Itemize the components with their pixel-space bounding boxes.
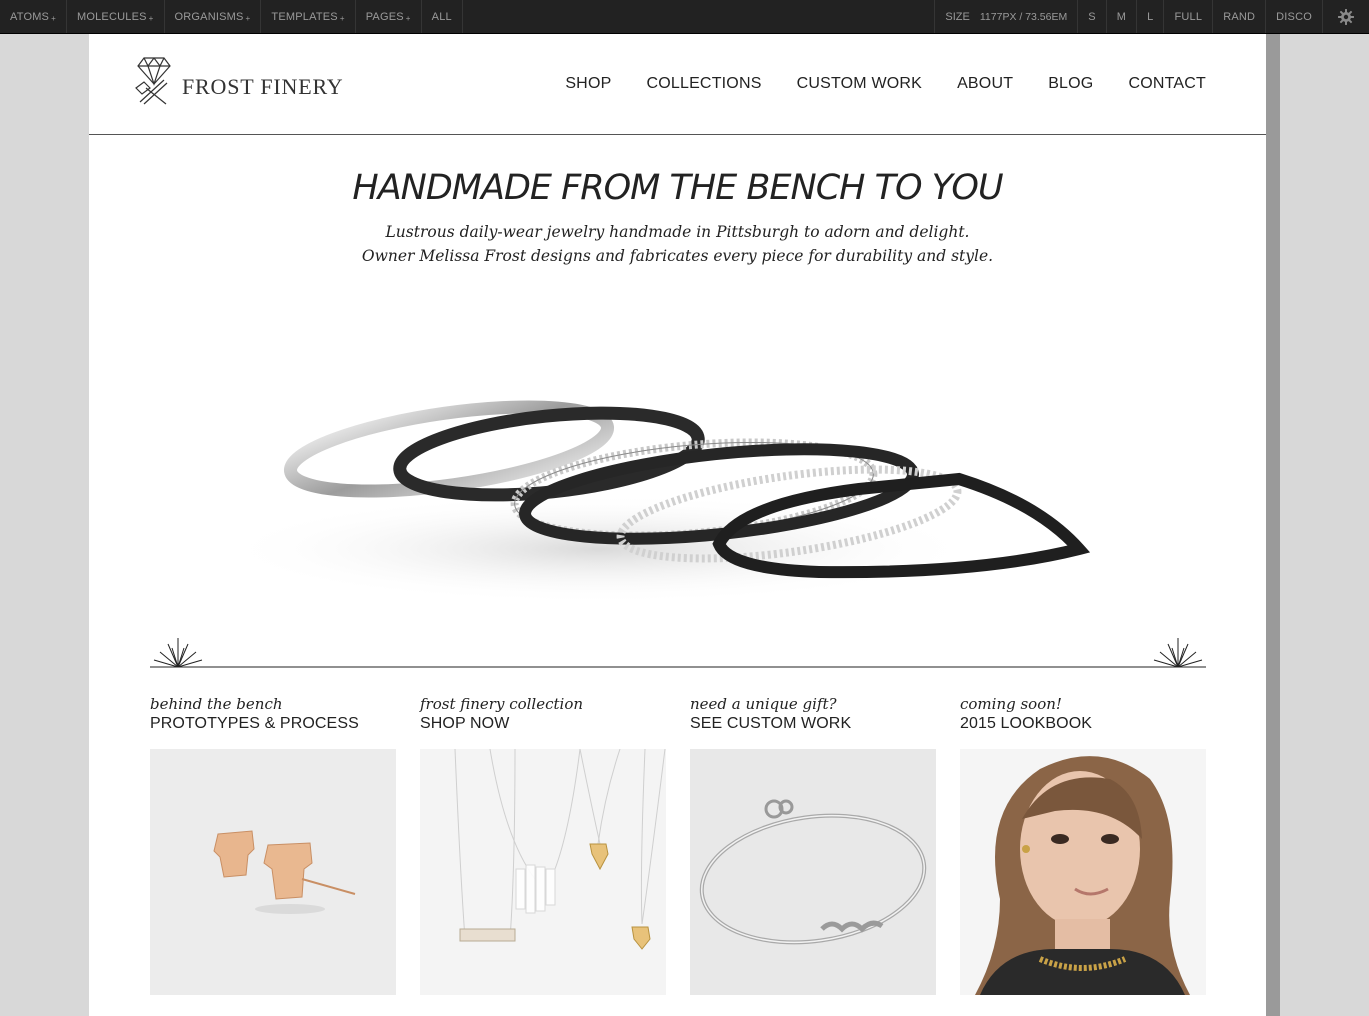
menu-molecules[interactable]: MOLECULES + (67, 0, 165, 33)
promo-card-prototypes[interactable]: behind the bench PROTOTYPES & PROCESS (150, 694, 396, 995)
size-random-button[interactable]: RAND (1213, 0, 1267, 33)
card-title-link[interactable]: SHOP NOW (420, 714, 666, 733)
earrings-image[interactable] (150, 749, 396, 995)
card-title-link[interactable]: SEE CUSTOM WORK (690, 714, 936, 733)
promo-card-custom-work[interactable]: need a unique gift? SEE CUSTOM WORK (690, 694, 936, 995)
nav-contact[interactable]: CONTACT (1128, 75, 1206, 93)
size-medium-button[interactable]: M (1107, 0, 1138, 33)
site-logo[interactable]: FROST FINERY (134, 54, 343, 113)
size-disco-button[interactable]: DISCO (1266, 0, 1323, 33)
pattern-lab-toolbar: ATOMS + MOLECULES + ORGANISMS + TEMPLATES + … (0, 0, 1369, 34)
menu-atoms[interactable]: ATOMS + (0, 0, 67, 33)
menu-pages[interactable]: PAGES + (356, 0, 422, 33)
promo-cards: behind the bench PROTOTYPES & PROCESS fr… (150, 694, 1206, 995)
viewport-resize-handle[interactable] (1266, 34, 1280, 1016)
hero-title: HANDMADE FROM THE BENCH TO YOU (352, 168, 1003, 208)
portrait-image[interactable] (960, 749, 1206, 995)
necklaces-image[interactable] (420, 749, 666, 995)
card-kicker: need a unique gift? (690, 695, 837, 713)
size-value-input[interactable]: 1177PX / 73.56EM (980, 11, 1067, 23)
sunburst-divider (150, 634, 1206, 669)
size-large-button[interactable]: L (1137, 0, 1165, 33)
toolbar-spacer (463, 0, 936, 33)
main-nav: SHOP COLLECTIONS CUSTOM WORK ABOUT BLOG … (530, 75, 1206, 93)
menu-organisms[interactable]: ORGANISMS + (165, 0, 262, 33)
card-title-link[interactable]: PROTOTYPES & PROCESS (150, 714, 396, 733)
menu-templates[interactable]: TEMPLATES + (261, 0, 356, 33)
bangle-image[interactable] (690, 749, 936, 995)
card-kicker: behind the bench (150, 695, 283, 713)
site-header: FROST FINERY SHOP COLLECTIONS CUSTOM WOR… (89, 34, 1266, 135)
menu-all[interactable]: ALL (422, 0, 463, 33)
preview-viewport: FROST FINERY SHOP COLLECTIONS CUSTOM WOR… (89, 34, 1266, 1016)
nav-collections[interactable]: COLLECTIONS (646, 75, 761, 93)
promo-card-lookbook[interactable]: coming soon! 2015 LOOKBOOK (960, 694, 1206, 995)
logo-text: FROST FINERY (182, 73, 344, 99)
hero-rings-image (219, 304, 1136, 644)
promo-card-shop[interactable]: frost finery collection SHOP NOW (420, 694, 666, 995)
card-title-link[interactable]: 2015 LOOKBOOK (960, 714, 1206, 733)
nav-about[interactable]: ABOUT (957, 75, 1013, 93)
card-kicker: coming soon! (960, 695, 1062, 713)
size-small-button[interactable]: S (1078, 0, 1107, 33)
hero-description: Lustrous daily-wear jewelry handmade in … (361, 223, 994, 265)
card-kicker: frost finery collection (420, 695, 584, 713)
nav-blog[interactable]: BLOG (1048, 75, 1093, 93)
diamond-hammer-icon (134, 54, 174, 113)
nav-shop[interactable]: SHOP (565, 75, 611, 93)
viewport-size-readout: SIZE 1177PX / 73.56EM (935, 0, 1079, 33)
nav-custom-work[interactable]: CUSTOM WORK (797, 75, 922, 93)
gear-icon[interactable] (1323, 0, 1369, 33)
size-full-button[interactable]: FULL (1164, 0, 1214, 33)
